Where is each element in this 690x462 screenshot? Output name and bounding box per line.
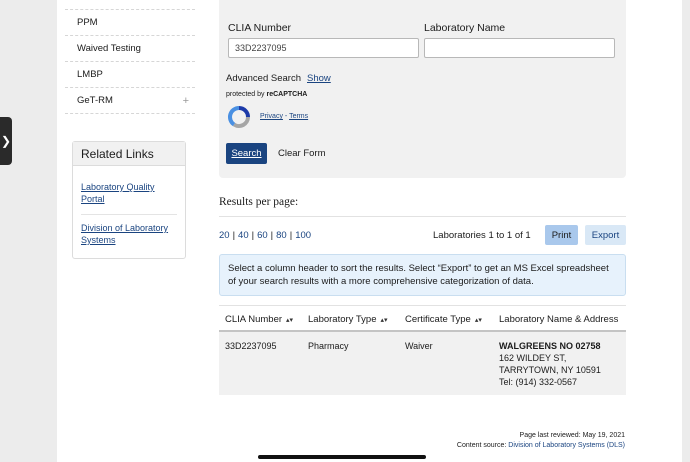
side-drawer-handle[interactable]: ❯ [0, 117, 12, 165]
column-header-label: Certificate Type [405, 314, 471, 325]
nav-item-lmbp[interactable]: LMBP [65, 62, 195, 88]
export-button[interactable]: Export [585, 225, 626, 245]
nav-item-partial [65, 0, 195, 10]
recaptcha-icon [227, 105, 251, 128]
clia-number-label: CLIA Number [228, 22, 292, 34]
column-header-clia-number[interactable]: CLIA Number ▴▾ [225, 314, 293, 325]
recaptcha-notice: protected by reCAPTCHA [226, 91, 307, 98]
page-size-separator: | [251, 230, 255, 241]
print-button[interactable]: Print [545, 225, 578, 245]
column-header-label: Laboratory Name & Address [499, 314, 619, 325]
related-links-title: Related Links [73, 142, 185, 166]
column-header-laboratory-type[interactable]: Laboratory Type ▴▾ [308, 314, 388, 325]
cell-clia-number: 33D2237095 [225, 341, 277, 351]
sort-icon: ▴▾ [286, 317, 294, 324]
privacy-link[interactable]: Privacy [260, 113, 283, 120]
left-nav: PPM Waived Testing LMBP GeT-RM + [65, 0, 195, 114]
page-size-80[interactable]: 80 [276, 230, 287, 241]
home-indicator [258, 455, 426, 459]
laboratory-name-input[interactable] [424, 38, 615, 58]
column-header-certificate-type[interactable]: Certificate Type ▴▾ [405, 314, 482, 325]
content-source: Content source: Division of Laboratory S… [457, 441, 625, 451]
table-row: 33D2237095 Pharmacy Waiver WALGREENS NO … [219, 332, 626, 395]
plus-icon[interactable]: + [183, 95, 189, 107]
column-header-label: Laboratory Type [308, 314, 377, 325]
chevron-right-icon: ❯ [0, 134, 12, 148]
page-size-separator: | [289, 230, 293, 241]
terms-link[interactable]: Terms [289, 113, 308, 120]
page-size-60[interactable]: 60 [257, 230, 268, 241]
laboratory-name-label: Laboratory Name [424, 22, 506, 34]
telephone: Tel: (914) 332-0567 [499, 377, 578, 387]
clia-number-input[interactable] [228, 38, 419, 58]
divider [219, 216, 626, 217]
address-line-2: TARRYTOWN, NY 10591 [499, 365, 601, 375]
nav-item-label: Waived Testing [77, 43, 141, 54]
results-per-page-heading: Results per page: [219, 196, 299, 208]
sort-info-alert: Select a column header to sort the resul… [219, 254, 626, 296]
recaptcha-brand: reCAPTCHA [266, 91, 308, 98]
page-size-100[interactable]: 100 [295, 230, 311, 241]
page-footer: Page last reviewed: May 19, 2021 Content… [457, 431, 625, 451]
nav-item-waived-testing[interactable]: Waived Testing [65, 36, 195, 62]
results-count: Laboratories 1 to 1 of 1 [433, 230, 531, 241]
nav-item-ppm[interactable]: PPM [65, 10, 195, 36]
cell-laboratory-type: Pharmacy [308, 341, 349, 351]
page-size-separator: | [232, 230, 236, 241]
advanced-search-label: Advanced Search [226, 73, 301, 84]
page-last-reviewed: Page last reviewed: May 19, 2021 [519, 432, 625, 439]
link-division-of-laboratory-systems[interactable]: Division of Laboratory Systems [81, 215, 177, 246]
page-size-20[interactable]: 20 [219, 230, 230, 241]
clear-form-button[interactable]: Clear Form [278, 148, 326, 159]
content-source-link[interactable]: Division of Laboratory Systems (DLS) [508, 442, 625, 449]
advanced-search: Advanced Search Show [226, 73, 331, 84]
page-size-selector: 20 | 40 | 60 | 80 | 100 [219, 230, 311, 241]
nav-item-label: GeT-RM [77, 95, 113, 106]
table-header: CLIA Number ▴▾ Laboratory Type ▴▾ Certific… [219, 305, 626, 332]
column-header-laboratory-name-address[interactable]: Laboratory Name & Address [499, 314, 618, 325]
sort-icon: ▴▾ [380, 317, 388, 324]
advanced-search-show-link[interactable]: Show [307, 73, 331, 84]
page-size-40[interactable]: 40 [238, 230, 249, 241]
sort-icon: ▴▾ [474, 317, 482, 324]
content-source-label: Content source: [456, 442, 509, 449]
laboratory-name: WALGREENS NO 02758 [499, 341, 601, 351]
page-size-separator: | [270, 230, 274, 241]
search-button[interactable]: Search [226, 143, 267, 164]
nav-item-label: LMBP [77, 69, 103, 80]
nav-item-label: PPM [77, 17, 98, 28]
nav-item-get-rm[interactable]: GeT-RM + [65, 88, 195, 114]
cell-laboratory-name-address: WALGREENS NO 02758 162 WILDEY ST, TARRYT… [499, 340, 601, 388]
related-links-box: Related Links Laboratory Quality Portal … [72, 141, 186, 259]
recaptcha-prefix: protected by [226, 91, 265, 98]
search-panel: CLIA Number Laboratory Name Advanced Sea… [219, 0, 626, 178]
column-header-label: CLIA Number [225, 314, 283, 325]
cell-certificate-type: Waiver [405, 341, 433, 351]
link-laboratory-quality-portal[interactable]: Laboratory Quality Portal [81, 166, 177, 215]
address-line-1: 162 WILDEY ST, [499, 353, 567, 363]
privacy-terms: Privacy - Terms [260, 113, 308, 120]
